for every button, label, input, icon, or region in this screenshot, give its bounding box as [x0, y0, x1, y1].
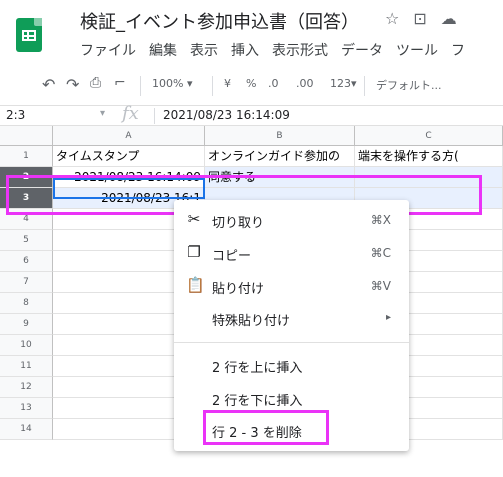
- move-to-folder-icon[interactable]: ⊡: [413, 9, 426, 28]
- formula-input[interactable]: 2021/08/23 16:14:09: [163, 108, 290, 122]
- menu-data[interactable]: データ: [341, 43, 383, 59]
- menu-item-label: 特殊貼り付け: [212, 314, 291, 329]
- menu-item-insert-above[interactable]: 2 行を上に挿入: [174, 353, 409, 377]
- row-header[interactable]: 8: [0, 293, 53, 314]
- menu-file[interactable]: ファイル: [80, 43, 136, 59]
- cloud-status-icon[interactable]: ☁: [441, 9, 457, 28]
- column-header-c[interactable]: C: [355, 126, 503, 146]
- menu-item-label: 貼り付け: [212, 282, 265, 297]
- row-header[interactable]: 10: [0, 335, 53, 356]
- menu-item-label: コピー: [212, 249, 252, 264]
- row-header[interactable]: 12: [0, 377, 53, 398]
- decrease-decimals-button[interactable]: .0: [268, 77, 279, 90]
- shortcut-label: ⌘V: [370, 279, 391, 293]
- row-header[interactable]: 6: [0, 251, 53, 272]
- scissors-icon: ✂: [187, 210, 201, 228]
- fx-icon: fx: [122, 103, 139, 124]
- menu-insert[interactable]: 挿入: [231, 43, 259, 59]
- zoom-select[interactable]: 100% ▾: [152, 77, 192, 90]
- more-formats-button[interactable]: 123▾: [330, 77, 357, 90]
- menu-item-paste[interactable]: 📋 貼り付け ⌘V: [174, 274, 409, 298]
- menu-more[interactable]: フ: [451, 43, 465, 59]
- print-icon[interactable]: ⎙: [90, 75, 101, 91]
- cell-b1[interactable]: オンラインガイド参加の: [205, 146, 355, 167]
- undo-icon[interactable]: ↶: [42, 75, 55, 94]
- menu-item-copy[interactable]: ❐ コピー ⌘C: [174, 241, 409, 265]
- select-all-corner[interactable]: [0, 126, 53, 146]
- currency-format-button[interactable]: ¥: [224, 77, 231, 90]
- toolbar: ↶ ↷ ⎙ ⌐ 100% ▾ ¥ % .0 .00 123▾ デフォルト...: [0, 66, 503, 106]
- submenu-arrow-icon: ▸: [385, 312, 391, 323]
- title-icons: ☆ ⊡ ☁: [385, 9, 471, 28]
- cell-a1[interactable]: タイムスタンプ: [53, 146, 205, 167]
- menu-item-cut[interactable]: ✂ 切り取り ⌘X: [174, 208, 409, 232]
- row-header[interactable]: 11: [0, 356, 53, 377]
- name-box[interactable]: 2:3: [6, 108, 25, 122]
- row-header[interactable]: 14: [0, 419, 53, 440]
- paint-format-icon[interactable]: ⌐: [114, 75, 126, 91]
- menu-item-label: 2 行を下に挿入: [212, 394, 303, 409]
- copy-icon: ❐: [187, 243, 201, 261]
- row-header[interactable]: 5: [0, 230, 53, 251]
- formula-bar: 2:3 ▾ fx 2021/08/23 16:14:09: [0, 103, 503, 126]
- menu-view[interactable]: 表示: [190, 43, 218, 59]
- cell-c1[interactable]: 端末を操作する方(: [355, 146, 503, 167]
- column-header-a[interactable]: A: [53, 126, 205, 146]
- increase-decimals-button[interactable]: .00: [296, 77, 314, 90]
- percent-format-button[interactable]: %: [246, 77, 256, 90]
- menu-item-insert-below[interactable]: 2 行を下に挿入: [174, 386, 409, 410]
- menu-tools[interactable]: ツール: [396, 43, 438, 59]
- font-select[interactable]: デフォルト...: [376, 77, 442, 93]
- name-box-caret-icon[interactable]: ▾: [100, 108, 105, 119]
- column-header-b[interactable]: B: [205, 126, 355, 146]
- menu-edit[interactable]: 編集: [149, 43, 177, 59]
- row-header[interactable]: 9: [0, 314, 53, 335]
- clipboard-icon: 📋: [186, 276, 205, 294]
- document-title[interactable]: 検証_イベント参加申込書（回答）: [80, 8, 359, 34]
- row-header[interactable]: 7: [0, 272, 53, 293]
- row-header[interactable]: 1: [0, 146, 53, 167]
- shortcut-label: ⌘X: [370, 213, 391, 227]
- row-header[interactable]: 13: [0, 398, 53, 419]
- redo-icon[interactable]: ↷: [66, 75, 79, 94]
- menu-item-label: 2 行を上に挿入: [212, 361, 303, 376]
- shortcut-label: ⌘C: [370, 246, 391, 260]
- menu-bar: ファイル 編集 表示 挿入 表示形式 データ ツールフ: [80, 40, 478, 60]
- menu-item-label: 切り取り: [212, 216, 265, 231]
- sheets-logo-icon[interactable]: [16, 18, 42, 52]
- menu-divider: [174, 342, 409, 343]
- menu-item-paste-special[interactable]: 特殊貼り付け ▸: [174, 306, 409, 330]
- menu-format[interactable]: 表示形式: [272, 43, 328, 59]
- star-icon[interactable]: ☆: [385, 9, 399, 28]
- delete-option-highlight: [203, 410, 329, 445]
